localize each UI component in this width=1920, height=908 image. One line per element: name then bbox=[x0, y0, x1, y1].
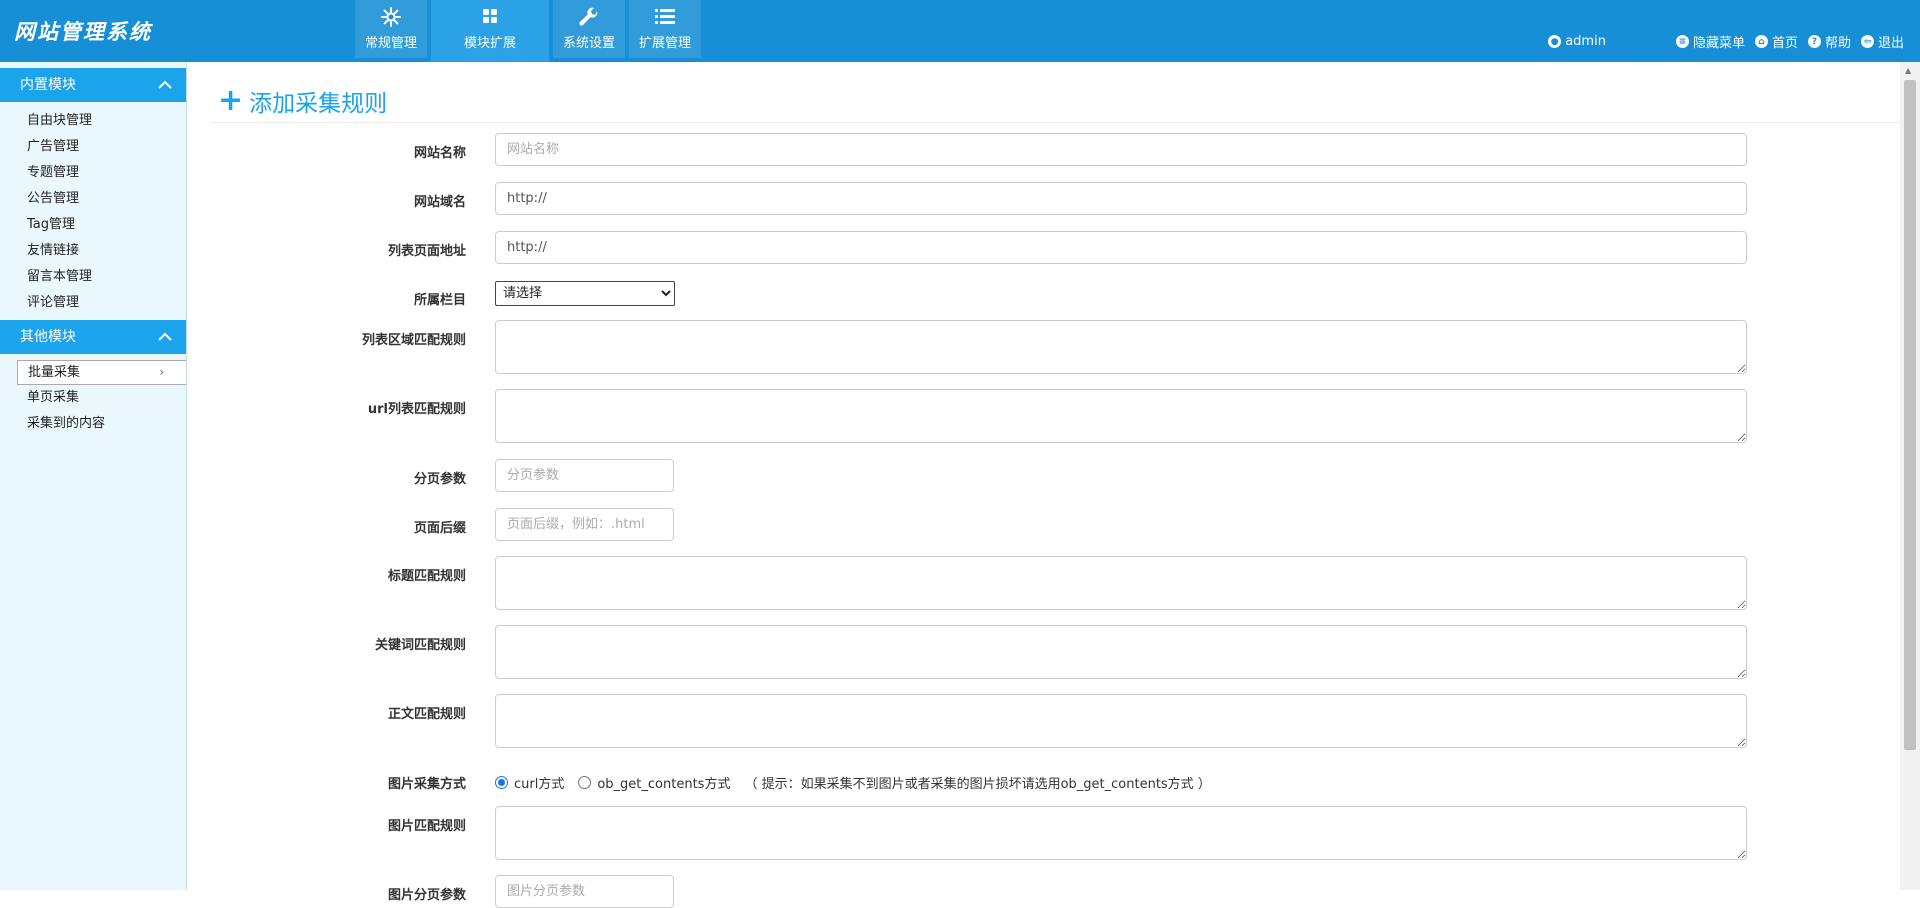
chevron-right-icon: › bbox=[159, 365, 164, 379]
top-right-menu: ● admin ≡ 隐藏菜单 ⌂ 首页 ? 帮助 ⇦ 退出 bbox=[1538, 32, 1904, 51]
title-rule-textarea[interactable] bbox=[495, 556, 1747, 610]
sidebar-section-builtin[interactable]: 内置模块 bbox=[0, 68, 186, 102]
nav-settings[interactable]: 系统设置 bbox=[553, 0, 625, 58]
top-nav: 常规管理 模块扩展 系统设置 扩展管理 bbox=[355, 0, 705, 62]
sidebar-item-comments[interactable]: 评论管理 bbox=[0, 290, 186, 316]
radio-ob-get-contents-label: ob_get_contents方式 bbox=[597, 777, 731, 792]
radio-ob-get-contents[interactable] bbox=[578, 776, 592, 789]
label-body-rule: 正文匹配规则 bbox=[387, 707, 466, 722]
page-suffix-input[interactable] bbox=[495, 508, 674, 541]
home-icon: ⌂ bbox=[1754, 35, 1768, 48]
image-method-hint: （ 提示：如果采集不到图片或者采集的图片损坏请选用ob_get_contents… bbox=[744, 777, 1211, 792]
user-name: admin bbox=[1565, 34, 1606, 49]
home-label: 首页 bbox=[1771, 36, 1798, 51]
nav-modules-label: 模块扩展 bbox=[463, 36, 516, 51]
image-rule-textarea[interactable] bbox=[495, 806, 1747, 860]
snowflake-icon bbox=[355, 0, 427, 32]
sidebar-item-single-collect[interactable]: 单页采集 bbox=[0, 385, 186, 411]
logout-icon: ⇦ bbox=[1860, 35, 1874, 48]
image-page-param-input[interactable] bbox=[495, 875, 674, 908]
page-param-input[interactable] bbox=[495, 459, 674, 492]
top-bar: 网站管理系统 常规管理 模块扩展 系统设置 扩展管理 ● admin ≡ 隐藏菜… bbox=[0, 0, 1920, 62]
sidebar: 内置模块 自由块管理 广告管理 专题管理 公告管理 Tag管理 友情链接 留言本… bbox=[0, 62, 187, 890]
site-name-input[interactable] bbox=[495, 133, 1747, 166]
scrollbar-thumb[interactable] bbox=[1904, 80, 1916, 750]
hide-menu-label: 隐藏菜单 bbox=[1692, 36, 1745, 51]
sidebar-list-other: 批量采集 › 单页采集 采集到的内容 bbox=[0, 354, 186, 441]
label-category: 所属栏目 bbox=[413, 293, 466, 308]
grid-icon bbox=[431, 0, 549, 32]
list-icon bbox=[629, 0, 701, 32]
sidebar-item-label: 批量采集 bbox=[28, 365, 81, 380]
label-image-method: 图片采集方式 bbox=[387, 777, 466, 792]
main-content: + 添加采集规则 网站名称 网站域名 列表页面地址 所属栏目 请选择 列表区域匹… bbox=[188, 62, 1900, 908]
nav-modules[interactable]: 模块扩展 bbox=[431, 0, 549, 62]
user-icon: ● bbox=[1548, 35, 1562, 48]
page-scrollbar[interactable]: ▲ bbox=[1900, 62, 1920, 890]
radio-curl[interactable] bbox=[495, 776, 508, 789]
keyword-rule-textarea[interactable] bbox=[495, 625, 1747, 679]
category-select[interactable]: 请选择 bbox=[495, 281, 675, 306]
home-link[interactable]: ⌂ 首页 bbox=[1754, 32, 1798, 51]
page-title-text: 添加采集规则 bbox=[249, 91, 388, 117]
label-page-suffix: 页面后缀 bbox=[413, 521, 466, 536]
label-list-url: 列表页面地址 bbox=[387, 244, 466, 259]
plus-icon: + bbox=[218, 83, 244, 118]
logout-link[interactable]: ⇦ 退出 bbox=[1860, 32, 1904, 51]
wrench-icon bbox=[553, 0, 625, 32]
app-logo: 网站管理系统 bbox=[14, 19, 152, 44]
nav-general-label: 常规管理 bbox=[364, 36, 417, 51]
menu-icon: ≡ bbox=[1675, 35, 1689, 48]
chevron-up-icon bbox=[158, 68, 172, 115]
sidebar-item-links[interactable]: 友情链接 bbox=[0, 238, 186, 264]
nav-settings-label: 系统设置 bbox=[562, 36, 615, 51]
image-method-radios: curl方式 ob_get_contents方式 （ 提示：如果采集不到图片或者… bbox=[495, 773, 1211, 792]
radio-curl-label: curl方式 bbox=[514, 777, 565, 792]
scroll-up-icon[interactable]: ▲ bbox=[1905, 66, 1911, 75]
body-rule-textarea[interactable] bbox=[495, 694, 1747, 748]
help-link[interactable]: ? 帮助 bbox=[1807, 32, 1851, 51]
label-list-area-rule: 列表区域匹配规则 bbox=[361, 333, 466, 348]
sidebar-item-guestbook[interactable]: 留言本管理 bbox=[0, 264, 186, 290]
nav-extensions[interactable]: 扩展管理 bbox=[629, 0, 701, 58]
label-page-param: 分页参数 bbox=[413, 472, 466, 487]
list-url-input[interactable] bbox=[495, 231, 1747, 264]
sidebar-item-topics[interactable]: 专题管理 bbox=[0, 160, 186, 186]
label-image-page-param: 图片分页参数 bbox=[387, 888, 466, 903]
help-label: 帮助 bbox=[1824, 36, 1851, 51]
url-list-rule-textarea[interactable] bbox=[495, 389, 1747, 443]
sidebar-item-batch-collect[interactable]: 批量采集 › bbox=[17, 360, 186, 385]
sidebar-item-collected-content[interactable]: 采集到的内容 bbox=[0, 411, 186, 437]
label-site-domain: 网站域名 bbox=[413, 195, 466, 210]
label-keyword-rule: 关键词匹配规则 bbox=[374, 638, 466, 653]
label-image-rule: 图片匹配规则 bbox=[387, 819, 466, 834]
title-divider bbox=[210, 122, 1900, 123]
sidebar-section-other[interactable]: 其他模块 bbox=[0, 320, 186, 354]
label-url-list-rule: url列表匹配规则 bbox=[367, 402, 466, 417]
nav-extensions-label: 扩展管理 bbox=[638, 36, 691, 51]
list-area-rule-textarea[interactable] bbox=[495, 320, 1747, 374]
row-image-method: 图片采集方式 curl方式 ob_get_contents方式 （ 提示：如果采… bbox=[188, 773, 1748, 793]
sidebar-item-ads[interactable]: 广告管理 bbox=[0, 134, 186, 160]
sidebar-item-tags[interactable]: Tag管理 bbox=[0, 212, 186, 238]
sidebar-section-title: 其他模块 bbox=[20, 329, 76, 345]
sidebar-list-builtin: 自由块管理 广告管理 专题管理 公告管理 Tag管理 友情链接 留言本管理 评论… bbox=[0, 102, 186, 320]
label-title-rule: 标题匹配规则 bbox=[387, 569, 466, 584]
hide-menu-link[interactable]: ≡ 隐藏菜单 bbox=[1675, 32, 1745, 51]
logout-label: 退出 bbox=[1877, 36, 1904, 51]
page-title: + 添加采集规则 bbox=[218, 84, 387, 118]
user-menu[interactable]: ● admin bbox=[1548, 34, 1606, 49]
sidebar-section-title: 内置模块 bbox=[20, 77, 76, 93]
label-site-name: 网站名称 bbox=[413, 146, 466, 161]
nav-general[interactable]: 常规管理 bbox=[355, 0, 427, 58]
help-icon: ? bbox=[1807, 35, 1821, 48]
sidebar-item-notices[interactable]: 公告管理 bbox=[0, 186, 186, 212]
site-domain-input[interactable] bbox=[495, 182, 1747, 215]
